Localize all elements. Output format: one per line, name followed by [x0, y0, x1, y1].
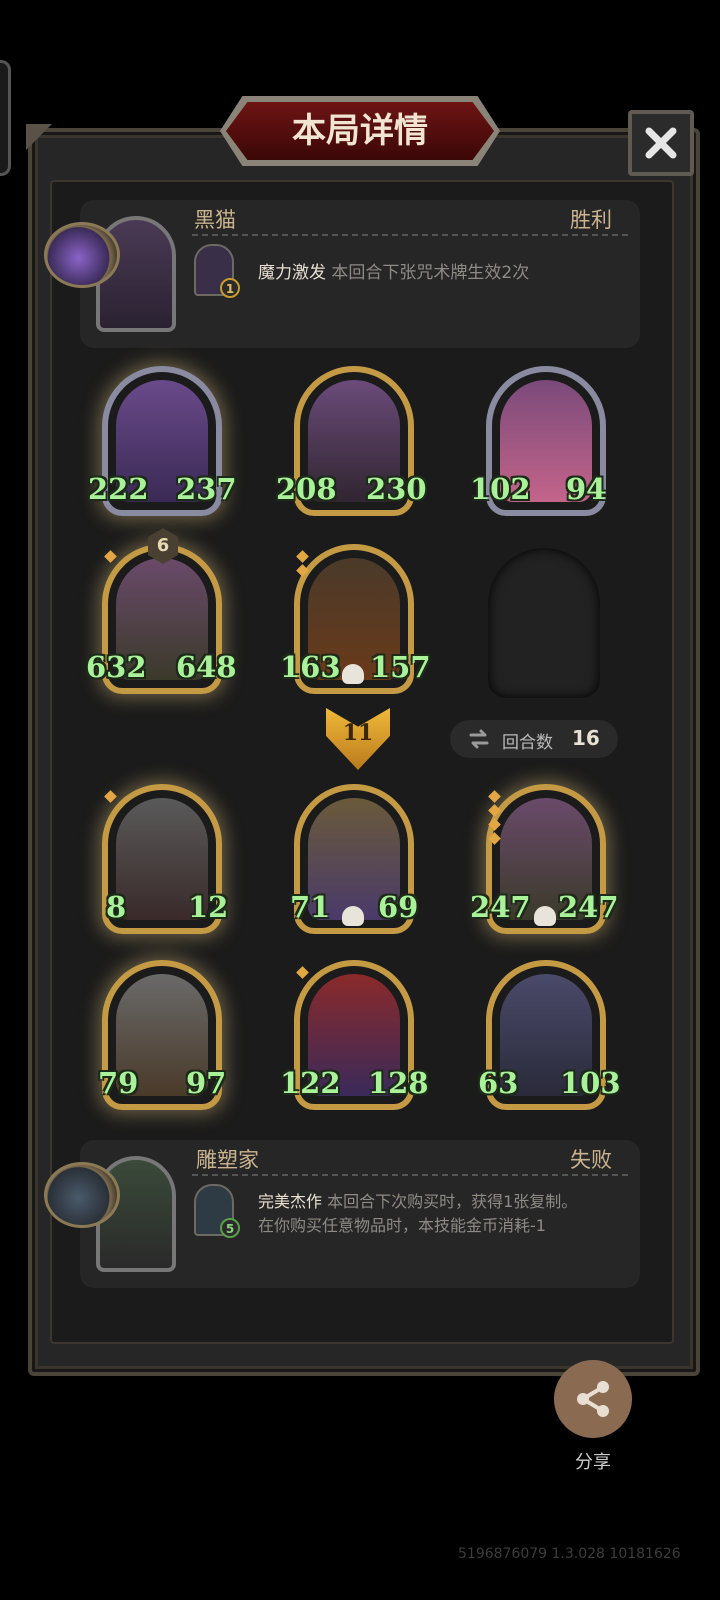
skill-desc: 本回合下次购买时，获得1张复制。 [327, 1192, 578, 1211]
damage-value: 11 [342, 720, 374, 746]
minion-attack: 122 [280, 1066, 341, 1100]
skill-description: 魔力激发 本回合下张咒术牌生效2次 [258, 258, 529, 283]
skill-desc: 本回合下张咒术牌生效2次 [331, 263, 530, 283]
pocket-watch-icon [44, 1162, 120, 1228]
build-version-text: 5196876079 1.3.028 10181626 [458, 1546, 681, 1562]
skill-name: 完美杰作 [258, 1192, 323, 1211]
minion-health: 157 [370, 650, 431, 684]
empty-minion-slot [488, 548, 600, 698]
minion-attack: 102 [470, 472, 531, 506]
minion-health: 97 [186, 1066, 227, 1100]
panel-divider [192, 234, 628, 236]
rounds-icon [469, 729, 489, 749]
skull-icon [342, 906, 364, 926]
minion-attack: 79 [98, 1066, 139, 1100]
minion-attack: 8 [106, 890, 127, 924]
pocket-watch-icon [44, 222, 120, 288]
minion-attack: 63 [478, 1066, 519, 1100]
minion-attack: 222 [88, 472, 149, 506]
skull-icon [342, 664, 364, 684]
minion-health: 648 [176, 650, 237, 684]
minion-attack: 208 [276, 472, 337, 506]
skill-description: 完美杰作 本回合下次购买时，获得1张复制。 [258, 1188, 577, 1212]
player-result: 失败 [570, 1148, 612, 1172]
side-panel-edge [0, 60, 11, 176]
share-icon [577, 1381, 609, 1417]
minion-health: 128 [368, 1066, 429, 1100]
skull-icon [534, 906, 556, 926]
skill-name: 魔力激发 [258, 263, 326, 283]
minion-attack: 247 [470, 890, 531, 924]
share-button[interactable] [554, 1360, 632, 1438]
minion-health: 103 [560, 1066, 621, 1100]
minion-health: 12 [188, 890, 229, 924]
skill-level-badge: 5 [220, 1218, 240, 1238]
player-name: 雕塑家 [196, 1148, 259, 1172]
close-icon [645, 127, 677, 159]
minion-health: 94 [566, 472, 607, 506]
close-button[interactable] [628, 110, 694, 176]
rounds-label: 回合数 [502, 733, 553, 753]
share-label: 分享 [575, 1452, 611, 1473]
minion-health: 247 [558, 890, 619, 924]
page-title: 本局详情 [292, 111, 428, 151]
minion-attack: 163 [280, 650, 341, 684]
minion-health: 230 [366, 472, 427, 506]
minion-attack: 632 [86, 650, 147, 684]
rounds-value: 16 [572, 726, 600, 750]
opponent-result: 胜利 [570, 208, 612, 232]
skill-desc-line2: 在你购买任意物品时，本技能金币消耗-1 [258, 1216, 546, 1235]
minion-health: 69 [378, 890, 419, 924]
opponent-name: 黑猫 [194, 208, 236, 232]
panel-divider [192, 1174, 628, 1176]
minion-health: 237 [176, 472, 237, 506]
skill-level-badge: 1 [220, 278, 240, 298]
minion-attack: 71 [290, 890, 331, 924]
